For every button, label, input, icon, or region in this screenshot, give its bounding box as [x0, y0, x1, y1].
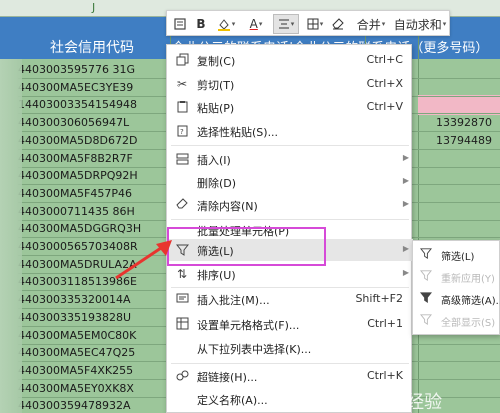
submenu-item-filter[interactable]: 筛选(L) [413, 243, 500, 265]
submenu-label: 高级筛选(A)... [441, 296, 500, 307]
menu-item-cut[interactable]: ✂ 剪切(T) Ctrl+X [167, 73, 413, 95]
paste-icon [175, 100, 189, 114]
column-letter[interactable]: J [92, 1, 95, 14]
red-arrow-icon [115, 240, 172, 280]
comment-icon [175, 292, 189, 306]
format-painter-icon[interactable] [171, 14, 189, 34]
menu-label: 从下拉列表中选择(K)... [197, 343, 312, 356]
menu-shortcut: Ctrl+X [366, 77, 403, 90]
insert-icon [175, 152, 189, 166]
menu-item-clear[interactable]: 清除内容(N) ▶ [167, 194, 413, 216]
submenu-item-show-all[interactable]: 全部显示(S) [413, 309, 500, 331]
svg-text:?: ? [180, 128, 184, 136]
row-number-blur [0, 59, 22, 413]
mini-toolbar: B ▾ A ▾ ▾ ▾ 合并 ▾ 自动求和 ▾ [166, 10, 450, 36]
menu-label: 定义名称(A)... [197, 394, 268, 407]
credit-code-cell[interactable]: 440300MA5F8B2R7F [18, 152, 133, 165]
menu-item-paste[interactable]: 粘贴(P) Ctrl+V [167, 96, 413, 118]
menu-shortcut: Ctrl+C [366, 53, 403, 66]
menu-shortcut: Ctrl+1 [367, 317, 403, 330]
credit-code-cell[interactable]: 14403003354154948 [18, 98, 137, 111]
phone-more-cell[interactable]: 13392870 [436, 116, 492, 129]
submenu-arrow-icon: ▶ [402, 176, 409, 185]
eraser-icon[interactable] [329, 14, 347, 34]
menu-label: 设置单元格格式(F)... [197, 319, 300, 332]
credit-code-cell[interactable]: 440300MA5DRPQ92H [18, 169, 138, 182]
submenu-arrow-icon: ▶ [402, 153, 409, 162]
filter-icon [419, 247, 433, 261]
credit-code-cell[interactable]: 440300MA5DGGRQ3H [18, 222, 141, 235]
fill-color-button[interactable]: ▾ [213, 14, 239, 34]
menu-separator [171, 145, 409, 146]
credit-code-cell[interactable]: 440300MA5EC3YE39 [18, 81, 133, 94]
credit-code-cell[interactable]: 440300359478932A [18, 399, 131, 412]
credit-code-cell[interactable]: 440300306056947L [18, 116, 129, 129]
menu-shortcut: Shift+F2 [355, 292, 403, 305]
paste-special-icon: ? [175, 124, 189, 138]
credit-code-cell[interactable]: 440300335320014A [18, 293, 131, 306]
advanced-filter-icon [419, 291, 433, 305]
sort-icon: ⇅ [176, 267, 188, 281]
menu-label: 剪切(T) [197, 79, 235, 92]
menu-label: 粘贴(P) [197, 102, 235, 115]
menu-shortcut: Ctrl+K [366, 369, 403, 382]
credit-code-cell[interactable]: 440300MA5D8D672D [18, 134, 137, 147]
autosum-button[interactable]: 自动求和 ▾ [393, 14, 447, 34]
menu-separator [171, 363, 409, 364]
scissors-icon: ✂ [176, 77, 188, 91]
submenu-label: 重新应用(Y) [441, 274, 495, 285]
menu-item-sort[interactable]: ⇅ 排序(U) ▶ [167, 263, 413, 285]
menu-item-paste-special[interactable]: ? 选择性粘贴(S)... [167, 120, 413, 142]
phone-more-cell[interactable]: 13794489 [436, 134, 492, 147]
credit-code-cell[interactable]: 440300335193828U [18, 311, 131, 324]
merge-button[interactable]: 合并 ▾ [353, 14, 389, 34]
credit-code-cell[interactable]: 440300MA5EY0XK8X [18, 382, 134, 395]
credit-code-cell[interactable]: 440300MA5EM0C80K [18, 329, 136, 342]
font-color-button[interactable]: A ▾ [243, 14, 269, 34]
submenu-label: 全部显示(S) [441, 318, 496, 329]
submenu-item-reapply[interactable]: 重新应用(Y) [413, 265, 500, 287]
header-credit-code[interactable]: 社会信用代码 [50, 37, 134, 57]
credit-code-cell[interactable]: 440300MA5F4XK255 [18, 364, 133, 377]
menu-label: 插入(I) [197, 154, 231, 167]
menu-item-copy[interactable]: 复制(C) Ctrl+C [167, 49, 413, 71]
menu-label: 选择性粘贴(S)... [197, 126, 279, 139]
menu-label: 超链接(H)... [197, 371, 258, 384]
menu-label: 删除(D) [197, 177, 237, 190]
menu-label: 排序(U) [197, 269, 236, 282]
menu-label: 复制(C) [197, 55, 236, 68]
autosum-label: 自动求和 [393, 17, 442, 32]
submenu-arrow-icon: ▶ [402, 268, 409, 277]
submenu-label: 筛选(L) [441, 252, 475, 263]
menu-item-comment[interactable]: 插入批注(M)... Shift+F2 [167, 288, 413, 310]
menu-item-pick-from-list[interactable]: 从下拉列表中选择(K)... [167, 337, 413, 359]
watermark-logo: Bai 经验 [372, 392, 443, 413]
show-all-icon [419, 313, 433, 327]
submenu-arrow-icon: ▶ [402, 244, 409, 253]
menu-item-insert[interactable]: 插入(I) ▶ [167, 148, 413, 170]
copy-icon [175, 53, 189, 67]
menu-shortcut: Ctrl+V [366, 100, 403, 113]
credit-code-cell[interactable]: 440300MA5F457P46 [18, 187, 132, 200]
menu-item-hyperlink[interactable]: 超链接(H)... Ctrl+K [167, 365, 413, 387]
clear-icon [175, 198, 189, 212]
format-cells-icon [175, 317, 189, 331]
menu-item-delete[interactable]: 删除(D) ▶ [167, 171, 413, 193]
menu-label: 清除内容(N) [197, 200, 258, 213]
menu-item-format-cells[interactable]: 设置单元格格式(F)... Ctrl+1 [167, 313, 413, 335]
submenu-item-advanced[interactable]: 高级筛选(A)... [413, 287, 500, 309]
menu-label: 插入批注(M)... [197, 294, 270, 307]
reapply-filter-icon [419, 269, 433, 283]
align-button[interactable]: ▾ [273, 14, 299, 34]
merge-label: 合并 [356, 17, 381, 32]
credit-code-cell[interactable]: 440300MA5EC47Q25 [18, 346, 135, 359]
border-button[interactable]: ▾ [303, 14, 327, 34]
link-icon [175, 369, 189, 383]
submenu-arrow-icon: ▶ [402, 199, 409, 208]
credit-code-cell[interactable]: 4403000711435 86H [18, 205, 135, 218]
highlight-box [167, 227, 326, 266]
credit-code-cell[interactable]: 4403003595776 31G [18, 63, 135, 76]
filter-submenu: 筛选(L) 重新应用(Y) 高级筛选(A)... 全部显示(S) [412, 240, 500, 335]
bold-button[interactable]: B [193, 14, 209, 34]
